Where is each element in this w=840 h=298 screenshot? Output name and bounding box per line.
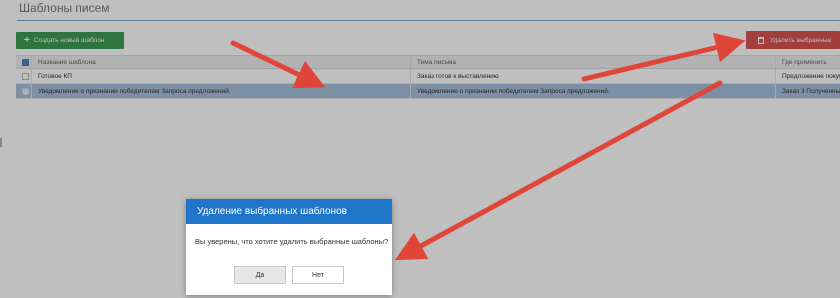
left-edge-marker: [0, 138, 2, 147]
confirm-yes-button[interactable]: Да: [234, 266, 286, 284]
dialog-title: Удаление выбранных шаблонов: [186, 199, 392, 224]
dialog-message: Вы уверены, что хотите удалить выбранные…: [195, 237, 389, 246]
delete-confirm-dialog: Удаление выбранных шаблонов Вы уверены, …: [186, 199, 392, 295]
modal-overlay[interactable]: [0, 0, 840, 298]
confirm-no-button[interactable]: Нет: [292, 266, 344, 284]
